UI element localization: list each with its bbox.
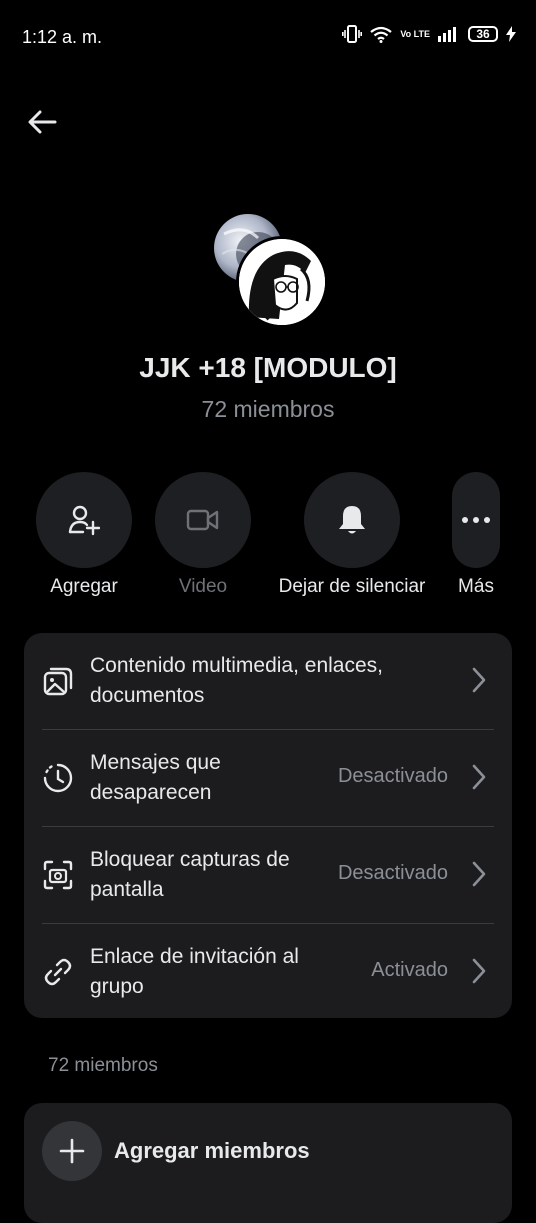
settings-card: Contenido multimedia, enlaces, documento… [24,633,512,1018]
more-action[interactable]: Más [452,472,500,598]
add-user-icon [68,505,100,536]
status-icons: Vo LTE 36 [342,25,516,43]
link-icon [44,958,72,986]
avatar-front-image [236,236,328,328]
video-action-button[interactable] [155,472,251,568]
chevron-right-icon [472,667,486,693]
plus-icon [59,1138,85,1164]
add-action-button[interactable] [36,472,132,568]
settings-row-media-title: Contenido multimedia, enlaces, documento… [90,654,383,707]
more-action-label: Más [458,576,494,597]
battery-icon: 36 [468,26,498,42]
settings-row-screenshot-title: Bloquear capturas de pantalla [90,848,290,901]
timer-icon [43,763,73,793]
members-card: Agregar miembros [24,1103,512,1223]
back-button[interactable] [24,104,60,140]
bell-icon [339,506,365,534]
status-bar: 1:12 a. m. Vo LTE 36 [0,0,536,74]
group-avatar[interactable] [214,210,328,328]
video-camera-icon [186,509,219,531]
settings-row-invite-link[interactable]: Enlace de invitación al grupo Activado [24,924,512,1020]
add-action[interactable]: Agregar [36,472,132,598]
settings-row-invite-link-title: Enlace de invitación al grupo [90,945,299,998]
battery-level: 36 [476,27,490,41]
settings-row-invite-link-status: Activado [371,959,448,981]
media-icon [43,667,73,696]
vibrate-icon [342,25,363,43]
add-members-label: Agregar miembros [114,1138,310,1163]
chevron-right-icon [472,958,486,984]
unmute-action-button[interactable] [304,472,400,568]
wifi-icon [370,26,393,43]
add-action-label: Agregar [50,576,118,597]
volte-indicator: Vo LTE [400,28,430,39]
group-name: JJK +18 [MODULO] [139,352,397,383]
settings-row-disappearing[interactable]: Mensajes que desaparecen Desactivado [24,730,512,826]
settings-row-screenshot-status: Desactivado [337,862,448,884]
chevron-right-icon [472,861,486,887]
settings-row-media[interactable]: Contenido multimedia, enlaces, documento… [24,633,512,729]
arrow-left-icon [28,110,57,134]
chevron-right-icon [472,764,486,790]
charging-icon [506,26,516,42]
member-count: 72 miembros [201,396,335,422]
status-time: 1:12 a. m. [22,27,103,47]
anime-portrait-image [239,239,325,325]
add-members-circle[interactable] [42,1121,102,1181]
video-action-label: Video [178,576,228,597]
more-icon [462,517,490,523]
signal-icon [438,27,456,42]
unmute-action[interactable]: Dejar de silenciar [273,472,431,598]
members-section-label: 72 miembros [48,1055,158,1076]
more-action-button[interactable] [452,472,500,568]
settings-row-disappearing-status: Desactivado [337,765,448,787]
screenshot-icon [43,860,73,890]
settings-row-screenshot[interactable]: Bloquear capturas de pantalla Desactivad… [24,827,512,923]
settings-row-disappearing-title: Mensajes que desaparecen [90,751,221,804]
unmute-action-label: Dejar de silenciar [278,576,426,597]
video-action[interactable]: Video [155,472,251,598]
add-members-button[interactable]: Agregar miembros [42,1121,310,1181]
